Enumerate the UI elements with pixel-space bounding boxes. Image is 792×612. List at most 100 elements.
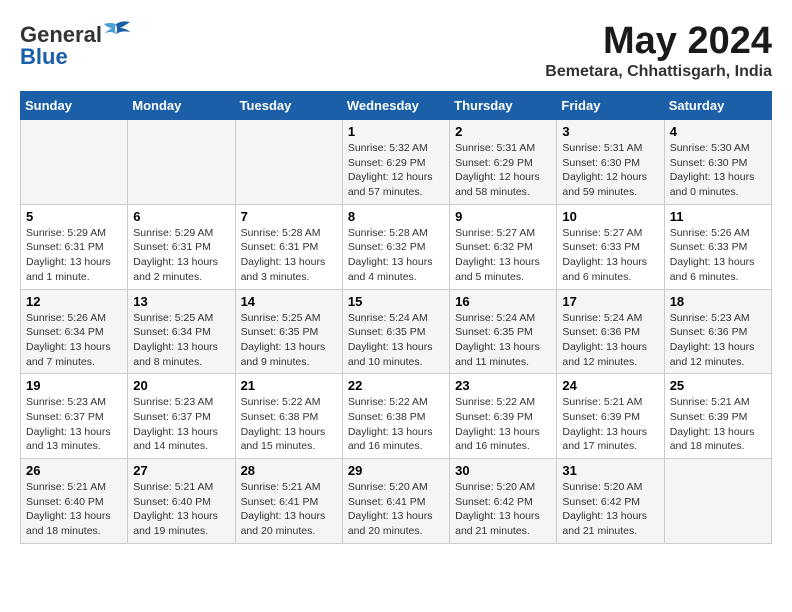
- day-info: Sunrise: 5:26 AM Sunset: 6:34 PM Dayligh…: [26, 311, 122, 370]
- day-number: 4: [670, 124, 766, 139]
- day-info: Sunrise: 5:30 AM Sunset: 6:30 PM Dayligh…: [670, 141, 766, 200]
- day-info: Sunrise: 5:22 AM Sunset: 6:39 PM Dayligh…: [455, 395, 551, 454]
- calendar-day-cell: 21 Sunrise: 5:22 AM Sunset: 6:38 PM Dayli…: [235, 374, 342, 459]
- day-number: 15: [348, 294, 444, 309]
- day-number: 22: [348, 378, 444, 393]
- day-info: Sunrise: 5:21 AM Sunset: 6:39 PM Dayligh…: [670, 395, 766, 454]
- day-info: Sunrise: 5:29 AM Sunset: 6:31 PM Dayligh…: [133, 226, 229, 285]
- day-number: 13: [133, 294, 229, 309]
- day-info: Sunrise: 5:22 AM Sunset: 6:38 PM Dayligh…: [348, 395, 444, 454]
- day-number: 10: [562, 209, 658, 224]
- calendar-week-row: 1 Sunrise: 5:32 AM Sunset: 6:29 PM Daylig…: [21, 120, 772, 205]
- calendar-day-cell: 4 Sunrise: 5:30 AM Sunset: 6:30 PM Daylig…: [664, 120, 771, 205]
- day-number: 19: [26, 378, 122, 393]
- day-info: Sunrise: 5:32 AM Sunset: 6:29 PM Dayligh…: [348, 141, 444, 200]
- calendar-header-tuesday: Tuesday: [235, 92, 342, 120]
- day-number: 2: [455, 124, 551, 139]
- logo-bird-icon: [102, 20, 130, 42]
- calendar-day-cell: [128, 120, 235, 205]
- day-info: Sunrise: 5:23 AM Sunset: 6:36 PM Dayligh…: [670, 311, 766, 370]
- calendar-day-cell: 18Sunrise: 5:23 AM Sunset: 6:36 PM Dayli…: [664, 289, 771, 374]
- day-number: 12: [26, 294, 122, 309]
- calendar-day-cell: 30Sunrise: 5:20 AM Sunset: 6:42 PM Dayli…: [450, 459, 557, 544]
- day-number: 3: [562, 124, 658, 139]
- day-info: Sunrise: 5:21 AM Sunset: 6:39 PM Dayligh…: [562, 395, 658, 454]
- calendar-day-cell: 31Sunrise: 5:20 AM Sunset: 6:42 PM Dayli…: [557, 459, 664, 544]
- calendar-day-cell: 15 Sunrise: 5:24 AM Sunset: 6:35 PM Dayli…: [342, 289, 449, 374]
- title-block: May 2024 Bemetara, Chhattisgarh, India: [545, 20, 772, 81]
- day-info: Sunrise: 5:29 AM Sunset: 6:31 PM Dayligh…: [26, 226, 122, 285]
- calendar-day-cell: [235, 120, 342, 205]
- day-number: 30: [455, 463, 551, 478]
- calendar-day-cell: 20 Sunrise: 5:23 AM Sunset: 6:37 PM Dayli…: [128, 374, 235, 459]
- day-number: 11: [670, 209, 766, 224]
- calendar-header-row: SundayMondayTuesdayWednesdayThursdayFrid…: [21, 92, 772, 120]
- location-title: Bemetara, Chhattisgarh, India: [545, 63, 772, 81]
- calendar-week-row: 5Sunrise: 5:29 AM Sunset: 6:31 PM Daylig…: [21, 204, 772, 289]
- day-info: Sunrise: 5:24 AM Sunset: 6:35 PM Dayligh…: [348, 311, 444, 370]
- day-info: Sunrise: 5:25 AM Sunset: 6:35 PM Dayligh…: [241, 311, 337, 370]
- calendar-day-cell: 11Sunrise: 5:26 AM Sunset: 6:33 PM Dayli…: [664, 204, 771, 289]
- page-header: General Blue May 2024 Bemetara, Chhattis…: [20, 20, 772, 81]
- day-info: Sunrise: 5:21 AM Sunset: 6:40 PM Dayligh…: [133, 480, 229, 539]
- calendar-day-cell: 26 Sunrise: 5:21 AM Sunset: 6:40 PM Dayli…: [21, 459, 128, 544]
- day-number: 8: [348, 209, 444, 224]
- day-number: 16: [455, 294, 551, 309]
- calendar-day-cell: [664, 459, 771, 544]
- calendar-header-thursday: Thursday: [450, 92, 557, 120]
- calendar-day-cell: 16 Sunrise: 5:24 AM Sunset: 6:35 PM Dayli…: [450, 289, 557, 374]
- day-number: 20: [133, 378, 229, 393]
- day-number: 14: [241, 294, 337, 309]
- calendar-week-row: 26 Sunrise: 5:21 AM Sunset: 6:40 PM Dayli…: [21, 459, 772, 544]
- day-info: Sunrise: 5:31 AM Sunset: 6:30 PM Dayligh…: [562, 141, 658, 200]
- day-info: Sunrise: 5:23 AM Sunset: 6:37 PM Dayligh…: [26, 395, 122, 454]
- calendar-header-sunday: Sunday: [21, 92, 128, 120]
- month-title: May 2024: [545, 20, 772, 63]
- calendar-day-cell: 22 Sunrise: 5:22 AM Sunset: 6:38 PM Dayli…: [342, 374, 449, 459]
- day-info: Sunrise: 5:28 AM Sunset: 6:31 PM Dayligh…: [241, 226, 337, 285]
- day-number: 28: [241, 463, 337, 478]
- day-number: 21: [241, 378, 337, 393]
- day-number: 24: [562, 378, 658, 393]
- calendar-day-cell: 14 Sunrise: 5:25 AM Sunset: 6:35 PM Dayli…: [235, 289, 342, 374]
- calendar-header-wednesday: Wednesday: [342, 92, 449, 120]
- day-info: Sunrise: 5:21 AM Sunset: 6:40 PM Dayligh…: [26, 480, 122, 539]
- calendar-header-friday: Friday: [557, 92, 664, 120]
- day-info: Sunrise: 5:23 AM Sunset: 6:37 PM Dayligh…: [133, 395, 229, 454]
- calendar-day-cell: 12 Sunrise: 5:26 AM Sunset: 6:34 PM Dayli…: [21, 289, 128, 374]
- calendar-week-row: 12 Sunrise: 5:26 AM Sunset: 6:34 PM Dayli…: [21, 289, 772, 374]
- day-number: 29: [348, 463, 444, 478]
- day-number: 7: [241, 209, 337, 224]
- calendar-day-cell: 7 Sunrise: 5:28 AM Sunset: 6:31 PM Daylig…: [235, 204, 342, 289]
- day-info: Sunrise: 5:28 AM Sunset: 6:32 PM Dayligh…: [348, 226, 444, 285]
- logo-blue-text: Blue: [20, 44, 68, 70]
- day-number: 1: [348, 124, 444, 139]
- day-info: Sunrise: 5:21 AM Sunset: 6:41 PM Dayligh…: [241, 480, 337, 539]
- calendar-day-cell: 1 Sunrise: 5:32 AM Sunset: 6:29 PM Daylig…: [342, 120, 449, 205]
- day-number: 26: [26, 463, 122, 478]
- day-info: Sunrise: 5:27 AM Sunset: 6:32 PM Dayligh…: [455, 226, 551, 285]
- calendar-day-cell: 27Sunrise: 5:21 AM Sunset: 6:40 PM Dayli…: [128, 459, 235, 544]
- calendar-day-cell: 6Sunrise: 5:29 AM Sunset: 6:31 PM Daylig…: [128, 204, 235, 289]
- calendar-day-cell: 25 Sunrise: 5:21 AM Sunset: 6:39 PM Dayli…: [664, 374, 771, 459]
- calendar-table: SundayMondayTuesdayWednesdayThursdayFrid…: [20, 91, 772, 544]
- day-info: Sunrise: 5:24 AM Sunset: 6:35 PM Dayligh…: [455, 311, 551, 370]
- calendar-day-cell: 24 Sunrise: 5:21 AM Sunset: 6:39 PM Dayli…: [557, 374, 664, 459]
- day-number: 25: [670, 378, 766, 393]
- day-info: Sunrise: 5:22 AM Sunset: 6:38 PM Dayligh…: [241, 395, 337, 454]
- day-info: Sunrise: 5:20 AM Sunset: 6:41 PM Dayligh…: [348, 480, 444, 539]
- calendar-day-cell: 8 Sunrise: 5:28 AM Sunset: 6:32 PM Daylig…: [342, 204, 449, 289]
- day-number: 9: [455, 209, 551, 224]
- day-info: Sunrise: 5:31 AM Sunset: 6:29 PM Dayligh…: [455, 141, 551, 200]
- logo: General Blue: [20, 20, 130, 70]
- calendar-day-cell: 9 Sunrise: 5:27 AM Sunset: 6:32 PM Daylig…: [450, 204, 557, 289]
- day-info: Sunrise: 5:25 AM Sunset: 6:34 PM Dayligh…: [133, 311, 229, 370]
- calendar-header-saturday: Saturday: [664, 92, 771, 120]
- day-number: 17: [562, 294, 658, 309]
- calendar-day-cell: 3 Sunrise: 5:31 AM Sunset: 6:30 PM Daylig…: [557, 120, 664, 205]
- day-number: 23: [455, 378, 551, 393]
- day-info: Sunrise: 5:27 AM Sunset: 6:33 PM Dayligh…: [562, 226, 658, 285]
- calendar-day-cell: 23 Sunrise: 5:22 AM Sunset: 6:39 PM Dayli…: [450, 374, 557, 459]
- calendar-week-row: 19 Sunrise: 5:23 AM Sunset: 6:37 PM Dayli…: [21, 374, 772, 459]
- calendar-day-cell: 13 Sunrise: 5:25 AM Sunset: 6:34 PM Dayli…: [128, 289, 235, 374]
